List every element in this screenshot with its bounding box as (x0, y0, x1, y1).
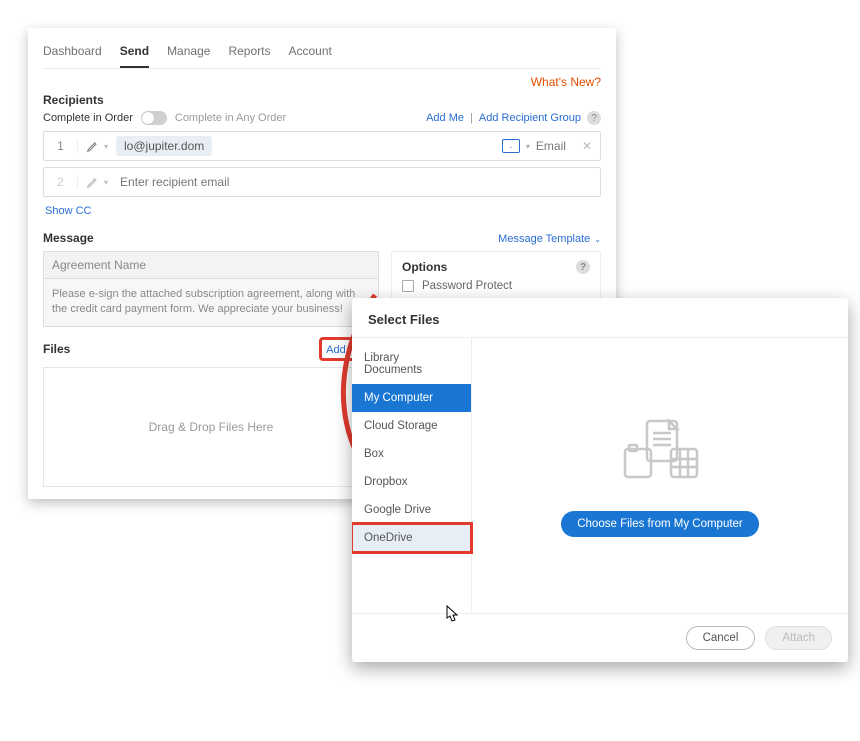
tab-reports[interactable]: Reports (228, 38, 270, 68)
dialog-title: Select Files (352, 298, 848, 338)
message-heading: Message (43, 231, 94, 245)
add-recipient-group-link[interactable]: Add Recipient Group (479, 112, 581, 124)
source-dropbox[interactable]: Dropbox (352, 468, 471, 496)
choose-files-button[interactable]: Choose Files from My Computer (561, 511, 759, 537)
recipient-row-2[interactable]: 2 ▾ (43, 167, 601, 197)
files-heading: Files (43, 342, 70, 356)
recipient-row-1[interactable]: 1 ▾ lo@jupiter.dom ▾ Email ✕ (43, 131, 601, 161)
agreement-name-input[interactable]: Agreement Name (43, 251, 379, 279)
complete-in-order-label: Complete in Order (43, 112, 133, 124)
whats-new-link[interactable]: What's New? (43, 75, 601, 89)
recipient-number: 2 (44, 175, 78, 189)
file-source-list: Library Documents My Computer Cloud Stor… (352, 338, 472, 613)
select-files-dialog: Select Files Library Documents My Comput… (352, 298, 848, 662)
main-tabs: Dashboard Send Manage Reports Account (43, 28, 601, 69)
add-me-link[interactable]: Add Me (426, 112, 464, 124)
message-template-link[interactable]: Message Template⌄ (498, 233, 601, 245)
remove-recipient-icon[interactable]: ✕ (574, 139, 600, 153)
source-cloud-storage[interactable]: Cloud Storage (352, 412, 471, 440)
agreement-message-body[interactable]: Please e-sign the attached subscription … (43, 279, 379, 327)
recipient-number: 1 (44, 139, 78, 153)
checkbox-icon[interactable] (402, 280, 414, 292)
source-onedrive[interactable]: OneDrive (352, 524, 471, 552)
tab-manage[interactable]: Manage (167, 38, 210, 68)
envelope-icon (502, 139, 520, 153)
chevron-down-icon[interactable]: ▾ (104, 142, 114, 151)
tab-send[interactable]: Send (120, 38, 149, 68)
order-toggle[interactable] (141, 111, 167, 125)
tab-account[interactable]: Account (288, 38, 331, 68)
tab-dashboard[interactable]: Dashboard (43, 38, 102, 68)
source-google-drive[interactable]: Google Drive (352, 496, 471, 524)
recipient-email-input[interactable] (114, 171, 600, 193)
delivery-method[interactable]: ▾ Email (502, 139, 574, 153)
order-row: Complete in Order Complete in Any Order … (43, 111, 601, 125)
source-box[interactable]: Box (352, 440, 471, 468)
chevron-down-icon: ▾ (526, 142, 530, 151)
files-dropzone[interactable]: Drag & Drop Files Here (43, 367, 379, 487)
option-password-protect[interactable]: Password Protect (402, 280, 590, 292)
recipients-heading: Recipients (43, 93, 601, 107)
cancel-button[interactable]: Cancel (686, 626, 756, 650)
attach-button: Attach (765, 626, 832, 650)
complete-any-order-label: Complete in Any Order (175, 112, 286, 124)
source-my-computer[interactable]: My Computer (352, 384, 471, 412)
delivery-method-label: Email (536, 139, 566, 153)
show-cc-link[interactable]: Show CC (45, 205, 91, 217)
help-icon[interactable]: ? (576, 260, 590, 274)
source-content: Choose Files from My Computer (472, 338, 848, 613)
recipient-email-pill[interactable]: lo@jupiter.dom (116, 136, 212, 156)
source-library-documents[interactable]: Library Documents (352, 344, 471, 384)
chevron-down-icon[interactable]: ▾ (104, 178, 114, 187)
files-illustration-icon (615, 415, 705, 487)
chevron-down-icon: ⌄ (594, 235, 601, 244)
options-heading: Options (402, 260, 447, 274)
help-icon[interactable]: ? (587, 111, 601, 125)
